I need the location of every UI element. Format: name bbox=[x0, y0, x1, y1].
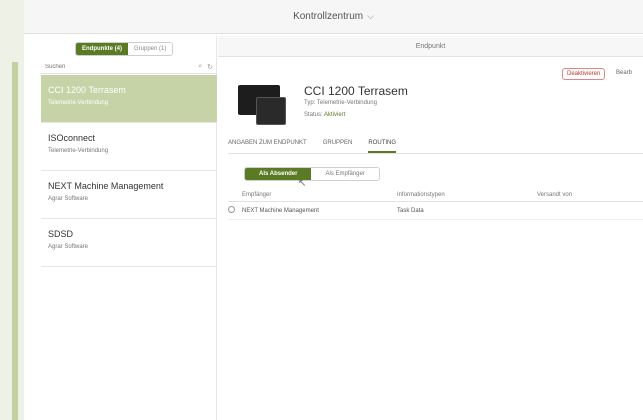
endpoint-type: Agrar Software bbox=[48, 196, 89, 202]
detail-tabs: ANGABEN ZUM ENDPUNKT GRUPPEN ROUTING bbox=[228, 138, 643, 154]
table-header: Empfänger Informationstypen Versandt von bbox=[228, 188, 643, 202]
routing-direction-toggle: Als Absender Als Empfänger bbox=[244, 167, 380, 181]
endpoint-type: Telemetrie-Verbindung bbox=[48, 148, 109, 154]
search-icon[interactable]: ⌕ bbox=[198, 63, 202, 71]
status-label: Status: bbox=[304, 112, 323, 118]
tab-routing[interactable]: ROUTING bbox=[368, 138, 397, 153]
app-window: Kontrollzentrum ⌵ Endpunkte (4) Gruppen … bbox=[24, 0, 643, 420]
as-receiver-button[interactable]: Als Empfänger bbox=[311, 168, 379, 180]
endpoint-name: SDSD bbox=[48, 229, 74, 239]
endpoint-name: NEXT Machine Management bbox=[48, 181, 164, 191]
device-type: Typ: Telemetrie-Verbindung bbox=[304, 100, 377, 106]
tab-groups[interactable]: Gruppen (1) bbox=[128, 43, 173, 55]
deactivate-button[interactable]: Deaktivieren bbox=[562, 68, 606, 80]
endpoint-item-sdsd[interactable]: SDSD Agrar Software bbox=[41, 219, 217, 267]
table-row[interactable]: NEXT Machine Management Task Data bbox=[228, 202, 643, 220]
search-input[interactable] bbox=[45, 63, 175, 70]
sidebar: Endpunkte (4) Gruppen (1) ⌕ ↻ CCI 1200 T… bbox=[41, 36, 217, 420]
search-bar: ⌕ ↻ bbox=[41, 60, 217, 74]
endpoint-type: Telemetrie-Verbindung bbox=[48, 100, 109, 106]
endpoint-type: Agrar Software bbox=[48, 244, 89, 250]
tab-endpoints[interactable]: Endpunkte (4) bbox=[76, 43, 128, 55]
row-radio[interactable] bbox=[228, 206, 235, 213]
column-header-receiver[interactable]: Empfänger bbox=[242, 192, 397, 198]
background-bar bbox=[12, 62, 18, 420]
endpoint-name: ISOconnect bbox=[48, 133, 96, 143]
title-bar: Kontrollzentrum ⌵ bbox=[24, 0, 643, 34]
device-status: Status: Aktiviert bbox=[304, 112, 345, 118]
window-title-dropdown[interactable]: Kontrollzentrum ⌵ bbox=[293, 11, 374, 22]
cell-receiver: NEXT Machine Management bbox=[242, 207, 319, 214]
tab-endpoint-details[interactable]: ANGABEN ZUM ENDPUNKT bbox=[228, 138, 307, 153]
endpoint-item-next-machine[interactable]: NEXT Machine Management Agrar Software bbox=[41, 171, 217, 219]
detail-header: Endpunkt bbox=[218, 36, 643, 57]
routing-table: Empfänger Informationstypen Versandt von… bbox=[228, 188, 643, 220]
edit-button[interactable]: Bearb bbox=[616, 70, 632, 76]
endpoint-item-isoconnect[interactable]: ISOconnect Telemetrie-Verbindung bbox=[41, 123, 217, 171]
endpoint-detail-panel: Deaktivieren Bearb CCI 1200 Terrasem Typ… bbox=[218, 58, 643, 420]
device-name: CCI 1200 Terrasem bbox=[304, 84, 408, 98]
chevron-down-icon: ⌵ bbox=[367, 11, 374, 21]
status-value: Aktiviert bbox=[324, 112, 346, 118]
cell-info-type: Task Data bbox=[397, 207, 424, 214]
column-header-sent-by[interactable]: Versandt von bbox=[537, 192, 643, 198]
device-image bbox=[238, 85, 288, 125]
window-title: Kontrollzentrum bbox=[293, 11, 364, 22]
background-strip bbox=[0, 0, 24, 420]
endpoint-item-cci-1200[interactable]: CCI 1200 Terrasem Telemetrie-Verbindung bbox=[41, 75, 217, 123]
endpoint-name: CCI 1200 Terrasem bbox=[48, 85, 126, 95]
endpoint-group-toggle: Endpunkte (4) Gruppen (1) bbox=[75, 42, 174, 56]
detail-header-title: Endpunkt bbox=[415, 42, 446, 50]
device-unit-icon bbox=[256, 97, 286, 125]
endpoint-list: CCI 1200 Terrasem Telemetrie-Verbindung … bbox=[41, 75, 217, 267]
refresh-icon[interactable]: ↻ bbox=[207, 63, 213, 71]
tab-groups-detail[interactable]: GRUPPEN bbox=[323, 138, 353, 153]
column-header-info-types[interactable]: Informationstypen bbox=[397, 192, 537, 198]
